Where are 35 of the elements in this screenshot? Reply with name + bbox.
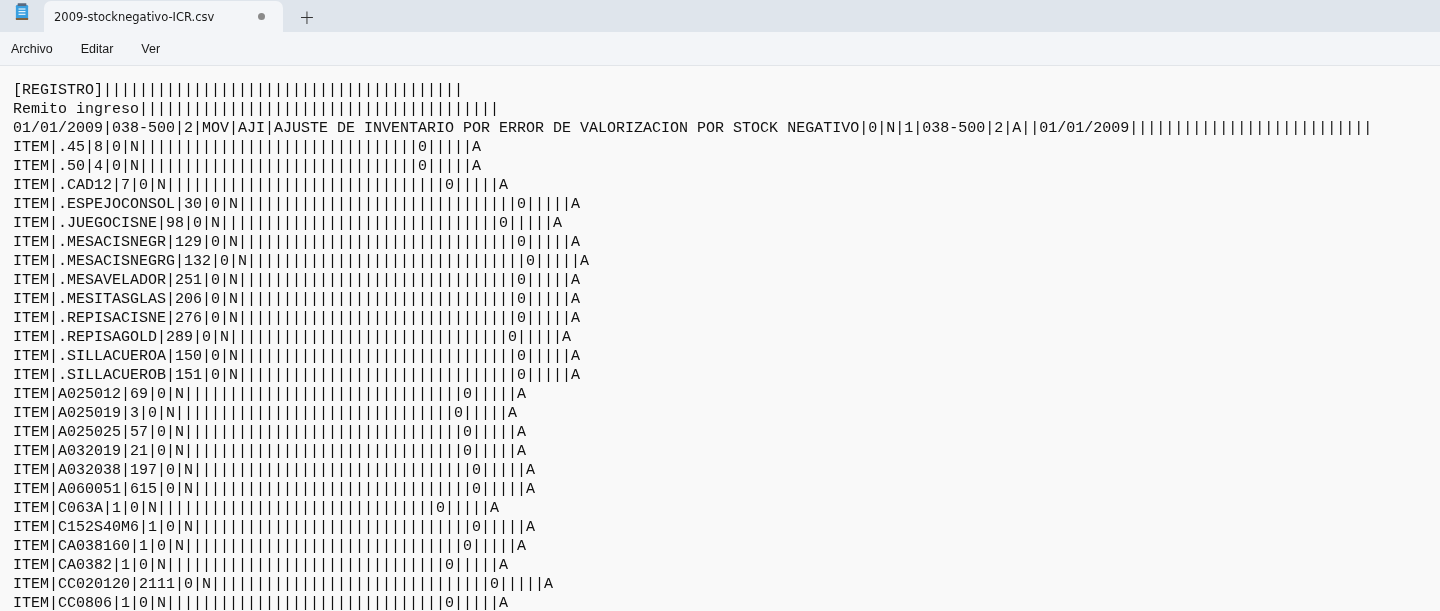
text-line: ITEM|CC0806|1|0|N|||||||||||||||||||||||||||||||0|||||A xyxy=(13,594,510,611)
text-line: ITEM|.MESAVELADOR|251|0|N|||||||||||||||||||||||||||||||0|||||A xyxy=(13,271,582,290)
text-line: 01/01/2009|038-500|2|MOV|AJI|AJUSTE DE INVENTARIO POR ERROR DE VALORIZACION POR STOCK NEGATIVO|0|N|1|038-500|2|A||01/01/2009||||||||||||||||||||||||||| xyxy=(13,119,1374,138)
text-line: ITEM|.JUEGOCISNE|98|0|N|||||||||||||||||||||||||||||||0|||||A xyxy=(13,214,564,233)
text-line: ITEM|.ESPEJOCONSOL|30|0|N|||||||||||||||||||||||||||||||0|||||A xyxy=(13,195,582,214)
text-line: ITEM|CC020120|2111|0|N|||||||||||||||||||||||||||||||0|||||A xyxy=(13,575,555,594)
file-tab[interactable]: 2009-stocknegativo-ICR.csv xyxy=(44,1,283,32)
new-tab-button[interactable]: + xyxy=(287,2,327,32)
text-line: ITEM|.REPISAGOLD|289|0|N|||||||||||||||||||||||||||||||0|||||A xyxy=(13,328,573,347)
notepad-icon xyxy=(15,3,29,21)
text-line: ITEM|.SILLACUEROA|150|0|N|||||||||||||||||||||||||||||||0|||||A xyxy=(13,347,582,366)
text-line: ITEM|CA038160|1|0|N|||||||||||||||||||||||||||||||0|||||A xyxy=(13,537,528,556)
menu-item[interactable]: Editar xyxy=(69,37,125,60)
text-line: ITEM|A025025|57|0|N|||||||||||||||||||||||||||||||0|||||A xyxy=(13,423,528,442)
tab-title: 2009-stocknegativo-ICR.csv xyxy=(54,9,215,24)
text-line: ITEM|.50|4|0|N|||||||||||||||||||||||||||||||0|||||A xyxy=(13,157,483,176)
menu-item[interactable]: Archivo xyxy=(0,37,64,60)
text-line: ITEM|C063A|1|0|N|||||||||||||||||||||||||||||||0|||||A xyxy=(13,499,501,518)
text-line: ITEM|CA0382|1|0|N|||||||||||||||||||||||||||||||0|||||A xyxy=(13,556,510,575)
text-line: ITEM|A025019|3|0|N|||||||||||||||||||||||||||||||0|||||A xyxy=(13,404,519,423)
text-line: ITEM|.MESACISNEGRG|132|0|N|||||||||||||||||||||||||||||||0|||||A xyxy=(13,252,591,271)
text-line: ITEM|.MESITASGLAS|206|0|N|||||||||||||||||||||||||||||||0|||||A xyxy=(13,290,582,309)
text-line: [REGISTRO]|||||||||||||||||||||||||||||||||||||||| xyxy=(13,81,465,100)
text-line: ITEM|.SILLACUEROB|151|0|N|||||||||||||||||||||||||||||||0|||||A xyxy=(13,366,582,385)
text-line: ITEM|A032019|21|0|N|||||||||||||||||||||||||||||||0|||||A xyxy=(13,442,528,461)
text-line: Remito ingreso|||||||||||||||||||||||||||||||||||||||| xyxy=(13,100,501,119)
text-line: ITEM|.45|8|0|N|||||||||||||||||||||||||||||||0|||||A xyxy=(13,138,483,157)
text-line: ITEM|A060051|615|0|N|||||||||||||||||||||||||||||||0|||||A xyxy=(13,480,537,499)
menu-item[interactable]: Ver xyxy=(130,37,172,60)
text-line: ITEM|C152S40M6|1|0|N|||||||||||||||||||||||||||||||0|||||A xyxy=(13,518,537,537)
text-line: ITEM|.REPISACISNE|276|0|N|||||||||||||||||||||||||||||||0|||||A xyxy=(13,309,582,328)
text-line: ITEM|.MESACISNEGR|129|0|N|||||||||||||||||||||||||||||||0|||||A xyxy=(13,233,582,252)
text-line: ITEM|A025012|69|0|N|||||||||||||||||||||||||||||||0|||||A xyxy=(13,385,528,404)
text-line: ITEM|A032038|197|0|N|||||||||||||||||||||||||||||||0|||||A xyxy=(13,461,537,480)
text-line: ITEM|.CAD12|7|0|N|||||||||||||||||||||||||||||||0|||||A xyxy=(13,176,510,195)
